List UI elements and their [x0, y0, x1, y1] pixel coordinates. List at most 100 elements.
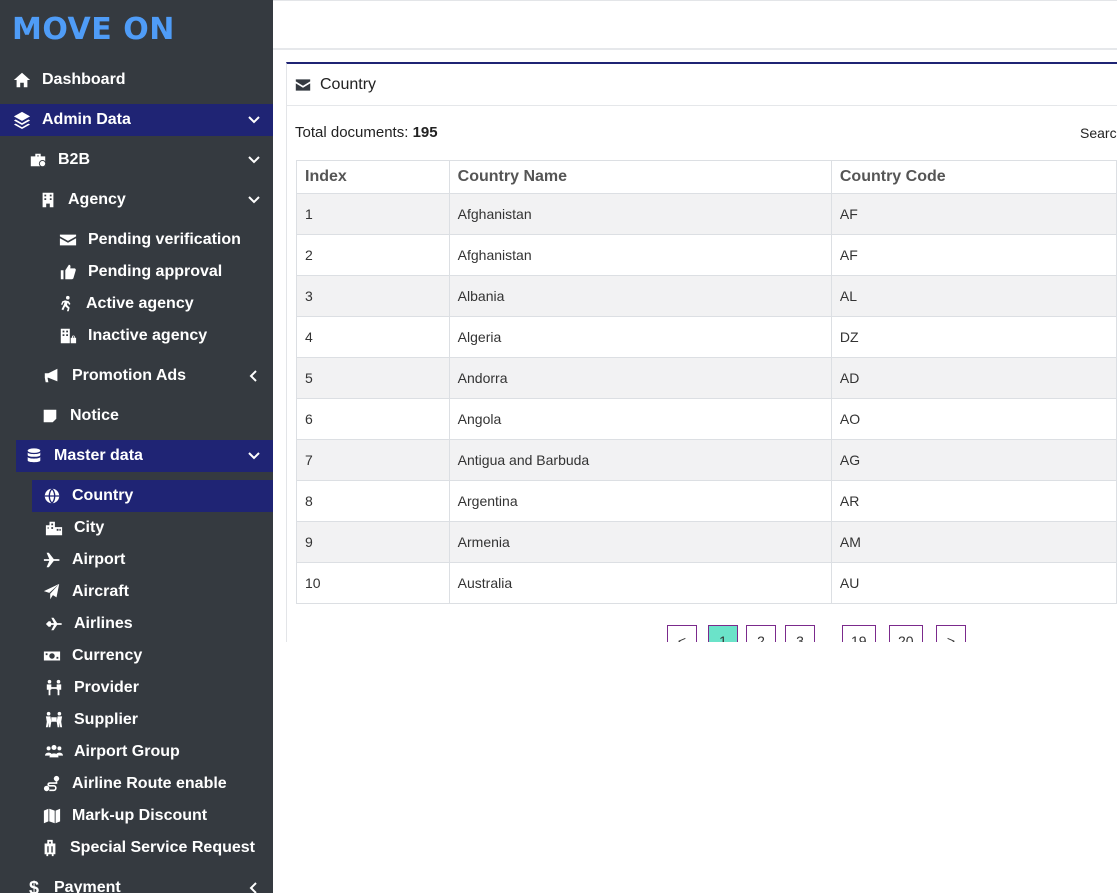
cell-country-name: Argentina — [448, 480, 832, 522]
database-icon — [24, 446, 44, 466]
cell-index: 7 — [296, 439, 450, 481]
plane-side-icon — [44, 614, 64, 634]
table-row[interactable]: 1 Afghanistan AF — [296, 193, 1117, 235]
sidebar-item-label: Country — [72, 487, 134, 504]
sidebar-item-b2b[interactable]: B2B — [0, 144, 273, 176]
cell-country-code: AR — [830, 480, 1117, 522]
cell-index: 6 — [296, 398, 450, 440]
sidebar-item-master-data[interactable]: Master data — [16, 440, 273, 472]
pagination-page-3[interactable]: 3 — [785, 625, 815, 642]
cell-index: 1 — [296, 193, 450, 235]
sidebar-item-label: Airport — [72, 551, 126, 568]
sidebar-item-city[interactable]: City — [0, 512, 273, 544]
cell-country-code: AF — [830, 234, 1117, 276]
cell-index: 10 — [296, 562, 450, 604]
sidebar-item-label: City — [74, 519, 105, 536]
sidebar-item-country[interactable]: Country — [32, 480, 273, 512]
users-icon — [44, 742, 64, 762]
sidebar-item-label: Aircraft — [72, 583, 129, 600]
country-table: Index Country Name Country Code 1 Afghani… — [296, 160, 1117, 604]
sidebar-item-payment[interactable]: $ Payment — [0, 872, 273, 893]
total-documents: Total documents: 195 — [295, 124, 438, 141]
sidebar-item-provider[interactable]: Provider — [0, 672, 273, 704]
table-row[interactable]: 5 Andorra AD — [296, 357, 1117, 399]
sidebar-item-label: Airlines — [74, 615, 133, 632]
sidebar-item-pending-verification[interactable]: Pending verification — [0, 224, 273, 256]
sidebar-item-label: Currency — [72, 647, 143, 664]
column-header-country-name[interactable]: Country Name — [448, 160, 832, 194]
sidebar-item-label: Agency — [68, 191, 126, 208]
sidebar-item-mark-up-discount[interactable]: Mark-up Discount — [0, 800, 273, 832]
briefcase-icon — [28, 150, 48, 170]
sidebar-item-label: Payment — [54, 879, 121, 893]
sidebar-item-label: Admin Data — [42, 111, 131, 128]
total-documents-label: Total documents: — [295, 124, 409, 141]
cell-country-name: Angola — [448, 398, 832, 440]
handshake-icon — [44, 678, 64, 698]
pagination-page-19[interactable]: 19 — [842, 625, 876, 642]
sidebar-item-airline-route-enable[interactable]: Airline Route enable — [0, 768, 273, 800]
pagination-page-20[interactable]: 20 — [889, 625, 923, 642]
plane-icon — [42, 550, 62, 570]
sidebar-item-label: Dashboard — [42, 71, 126, 88]
table-row[interactable]: 3 Albania AL — [296, 275, 1117, 317]
cell-country-code: AL — [830, 275, 1117, 317]
city-icon — [44, 518, 64, 538]
sidebar-item-label: B2B — [58, 151, 91, 168]
column-header-index[interactable]: Index — [296, 160, 450, 194]
table-row[interactable]: 10 Australia AU — [296, 562, 1117, 604]
sidebar-item-promotion-ads[interactable]: Promotion Ads — [0, 360, 273, 392]
sidebar-item-pending-approval[interactable]: Pending approval — [0, 256, 273, 288]
pagination-page-2[interactable]: 2 — [746, 625, 776, 642]
cell-country-name: Australia — [448, 562, 832, 604]
sidebar-item-inactive-agency[interactable]: Inactive agency — [0, 320, 273, 352]
column-header-country-code[interactable]: Country Code — [830, 160, 1117, 194]
cell-country-code: AG — [830, 439, 1117, 481]
sidebar-item-label: Special Service Request — [70, 839, 255, 856]
cell-index: 8 — [296, 480, 450, 522]
sidebar-item-dashboard[interactable]: Dashboard — [0, 64, 273, 96]
cell-country-name: Afghanistan — [448, 234, 832, 276]
envelope-icon — [295, 78, 311, 91]
cell-country-code: AO — [830, 398, 1117, 440]
sidebar-item-aircraft[interactable]: Aircraft — [0, 576, 273, 608]
envelope-icon — [58, 230, 78, 250]
sidebar-item-agency[interactable]: Agency — [0, 184, 273, 216]
sidebar-item-notice[interactable]: Notice — [0, 400, 273, 432]
table-row[interactable]: 9 Armenia AM — [296, 521, 1117, 563]
table-row[interactable]: 8 Argentina AR — [296, 480, 1117, 522]
chevron-left-icon — [247, 369, 261, 383]
table-row[interactable]: 7 Antigua and Barbuda AG — [296, 439, 1117, 481]
table-row[interactable]: 2 Afghanistan AF — [296, 234, 1117, 276]
search-label: Search — [1080, 125, 1117, 141]
sidebar-item-airport-group[interactable]: Airport Group — [0, 736, 273, 768]
pagination-page-1[interactable]: 1 — [708, 625, 738, 642]
pagination-prev-button[interactable]: < — [667, 625, 697, 642]
sidebar-item-supplier[interactable]: Supplier — [0, 704, 273, 736]
card-header: Country — [287, 64, 1117, 106]
sidebar-item-airport[interactable]: Airport — [0, 544, 273, 576]
sidebar-item-airlines[interactable]: Airlines — [0, 608, 273, 640]
paper-plane-icon — [42, 582, 62, 602]
chevron-down-icon — [247, 153, 261, 167]
cell-country-code: AU — [830, 562, 1117, 604]
sidebar-item-active-agency[interactable]: Active agency — [0, 288, 273, 320]
thumbs-up-icon — [58, 262, 78, 282]
people-carry-icon — [44, 710, 64, 730]
top-navbar — [273, 0, 1117, 50]
sidebar-item-label: Airline Route enable — [72, 775, 227, 792]
pagination-next-button[interactable]: > — [936, 625, 966, 642]
sidebar-item-admin-data[interactable]: Admin Data — [0, 104, 273, 136]
sidebar-item-label: Master data — [54, 447, 143, 464]
sidebar-item-currency[interactable]: Currency — [0, 640, 273, 672]
sidebar-item-special-service-request[interactable]: Special Service Request — [0, 832, 273, 864]
sidebar-item-label: Promotion Ads — [72, 367, 187, 384]
sidebar: MOVE ON Dashboard Admin Data B2B Agency … — [0, 0, 273, 893]
chevron-left-icon — [247, 881, 261, 893]
table-row[interactable]: 6 Angola AO — [296, 398, 1117, 440]
table-row[interactable]: 4 Algeria DZ — [296, 316, 1117, 358]
chevron-down-icon — [247, 113, 261, 127]
cell-country-name: Armenia — [448, 521, 832, 563]
sidebar-item-label: Active agency — [86, 295, 194, 312]
sidebar-item-label: Pending verification — [88, 231, 241, 248]
